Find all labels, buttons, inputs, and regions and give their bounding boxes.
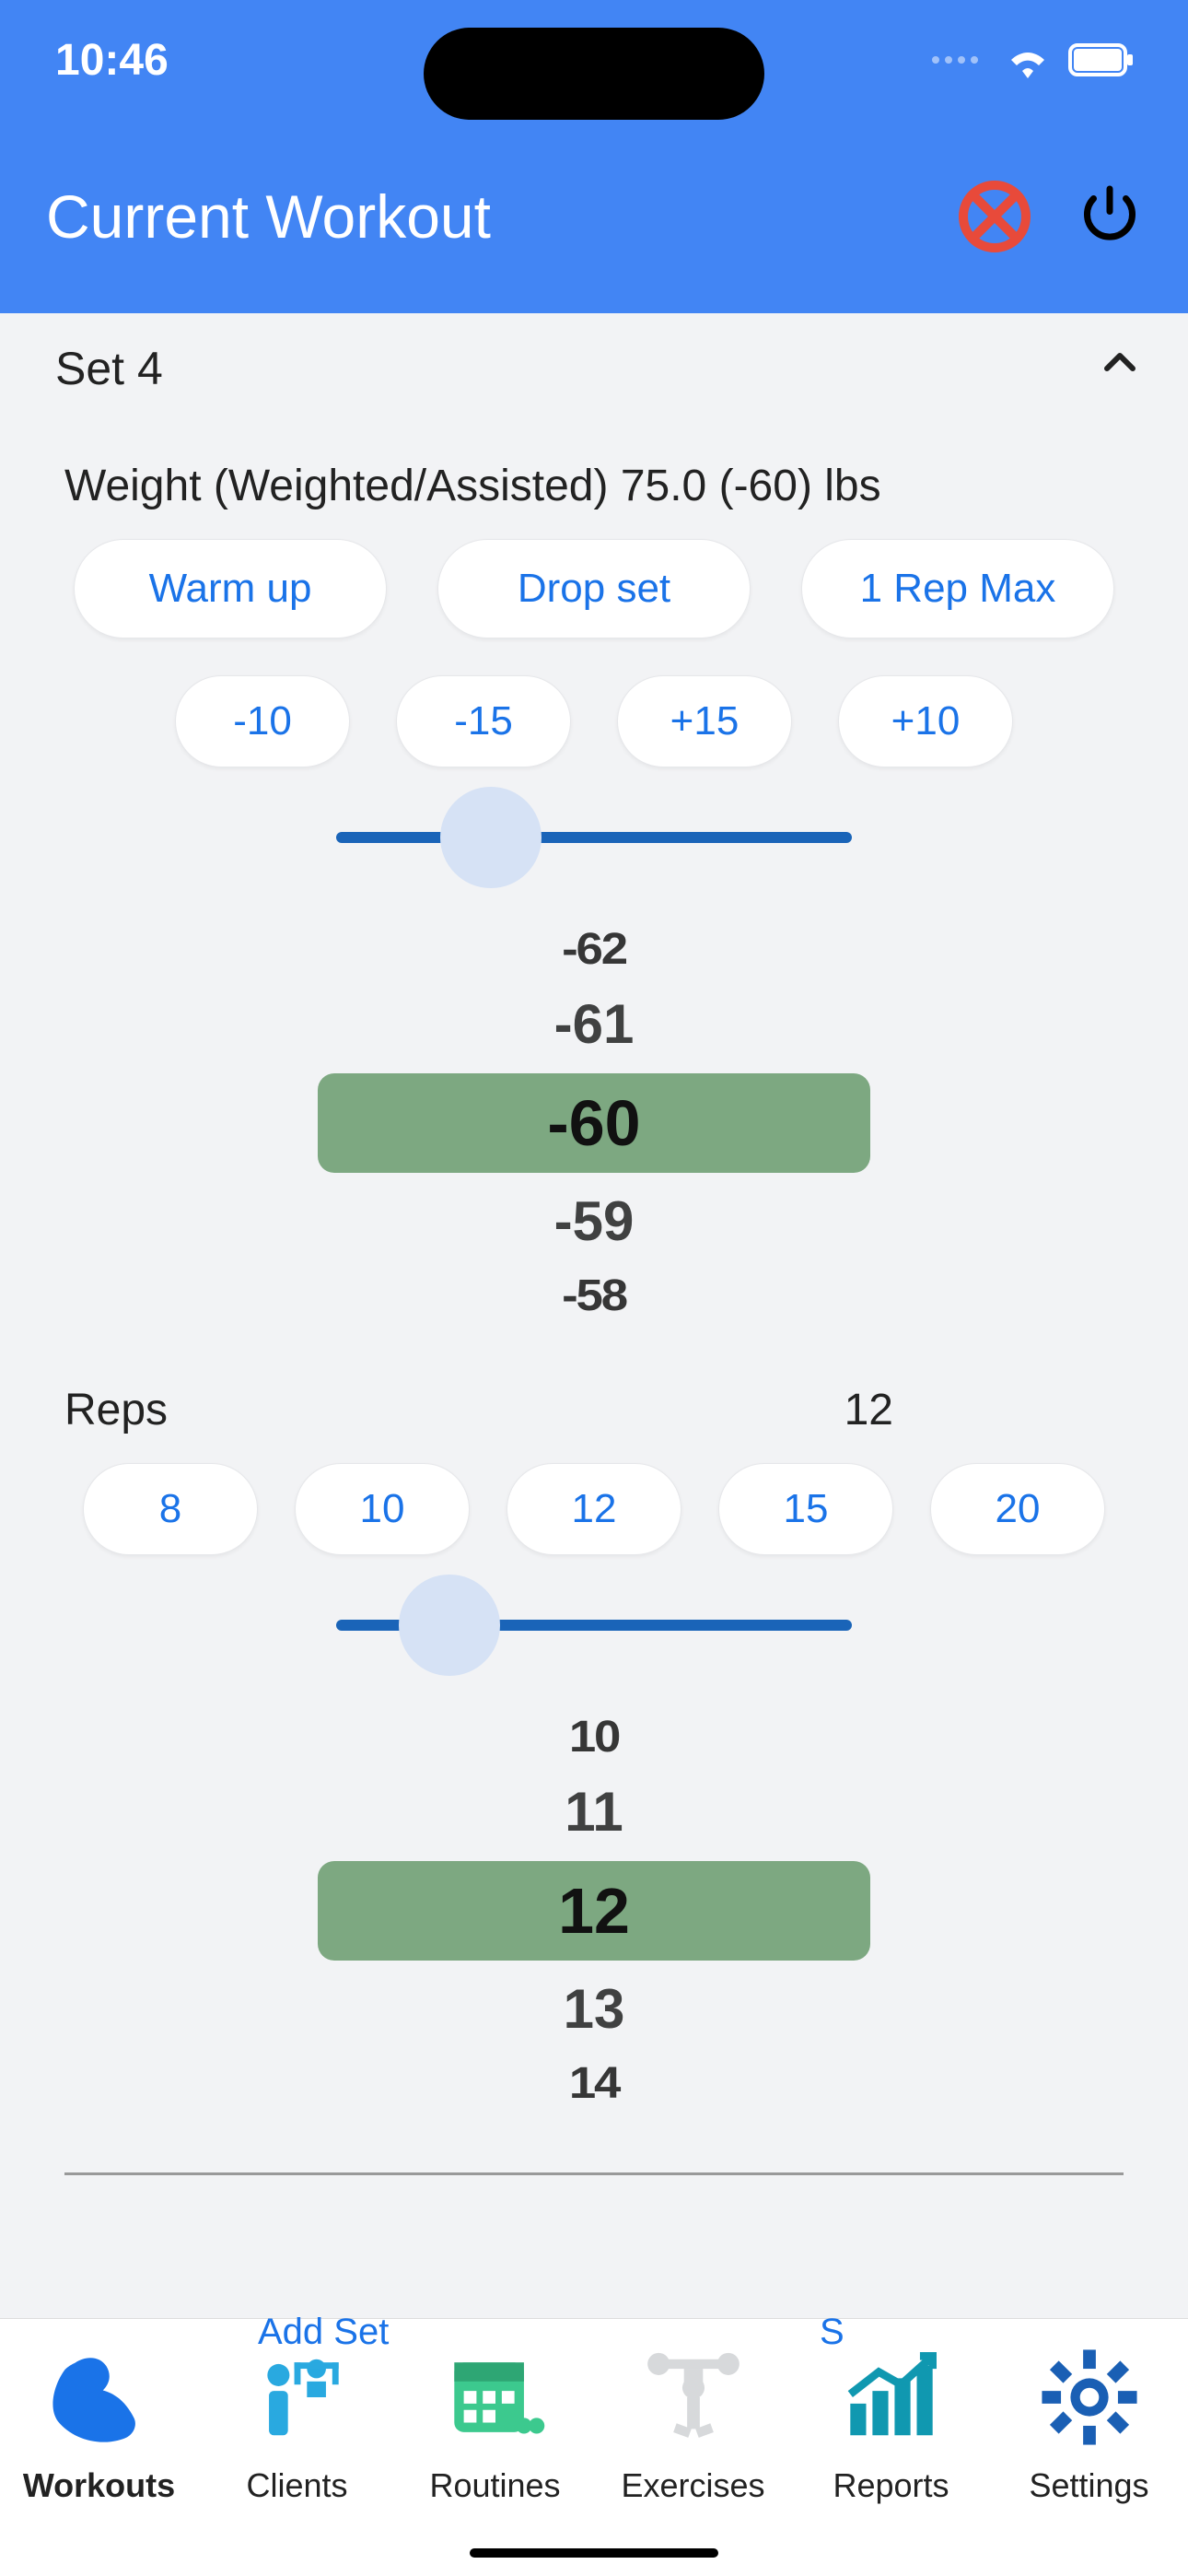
weight-adjust-pills: -10 -15 +15 +10 [64, 675, 1124, 767]
weight-picker-opt[interactable]: -62 [12, 917, 1177, 983]
weight-picker-selected[interactable]: -60 [318, 1073, 870, 1173]
status-icons [932, 41, 1133, 78]
nav-label: Exercises [621, 2466, 764, 2505]
chevron-up-icon [1098, 341, 1142, 396]
battery-icon [1068, 43, 1133, 76]
weight-label: Weight (Weighted/Assisted) 75.0 (-60) lb… [64, 424, 1124, 539]
reps-picker-opt[interactable]: 14 [12, 2051, 1177, 2117]
drop-set-button[interactable]: Drop set [437, 539, 751, 638]
set-label: Set 4 [55, 342, 163, 395]
reps-10-button[interactable]: 10 [295, 1463, 470, 1555]
bicep-icon [40, 2337, 159, 2457]
nav-settings[interactable]: Settings [997, 2337, 1182, 2505]
app-header: Current Workout [0, 120, 1188, 313]
weight-slider-thumb[interactable] [440, 787, 542, 888]
home-indicator[interactable] [470, 2548, 718, 2558]
reps-picker[interactable]: 10 11 12 13 14 [64, 1704, 1124, 2117]
reps-label: Reps [64, 1385, 168, 1435]
reps-quick-pills: 8 10 12 15 20 [64, 1463, 1124, 1555]
exercise-icon [634, 2337, 753, 2457]
weight-picker-opt[interactable]: -59 [64, 1180, 1124, 1263]
status-time: 10:46 [55, 35, 169, 86]
weight-picker[interactable]: -62 -61 -60 -59 -58 [64, 917, 1124, 1329]
reps-slider-thumb[interactable] [399, 1575, 500, 1676]
page-title: Current Workout [46, 181, 491, 252]
bottom-nav: Add Set S Workouts Clients Routines Exer… [0, 2318, 1188, 2576]
reps-picker-opt[interactable]: 10 [12, 1704, 1177, 1771]
clients-icon [238, 2337, 357, 2457]
nav-routines[interactable]: Routines [403, 2337, 588, 2505]
cancel-workout-icon[interactable] [958, 180, 1031, 253]
nav-exercises[interactable]: Exercises [601, 2337, 786, 2505]
nav-label: Routines [429, 2466, 560, 2505]
one-rep-max-button[interactable]: 1 Rep Max [801, 539, 1114, 638]
weight-picker-opt[interactable]: -58 [12, 1263, 1177, 1329]
nav-reports[interactable]: Reports [799, 2337, 984, 2505]
reps-20-button[interactable]: 20 [930, 1463, 1105, 1555]
reps-picker-selected[interactable]: 12 [318, 1861, 870, 1961]
wifi-icon [1006, 41, 1050, 78]
minus-10-button[interactable]: -10 [175, 675, 350, 767]
weight-picker-opt[interactable]: -61 [64, 983, 1124, 1066]
status-bar: 10:46 [0, 0, 1188, 120]
nav-label: Workouts [23, 2466, 175, 2505]
nav-label: Reports [833, 2466, 949, 2505]
gear-icon [1030, 2337, 1149, 2457]
header-actions [958, 180, 1142, 253]
nav-workouts[interactable]: Workouts [7, 2337, 192, 2505]
partial-text-right: S [820, 2312, 844, 2353]
reps-8-button[interactable]: 8 [83, 1463, 258, 1555]
plus-10-button[interactable]: +10 [838, 675, 1013, 767]
nav-label: Settings [1029, 2466, 1148, 2505]
reps-slider[interactable] [336, 1620, 852, 1631]
nav-label: Clients [246, 2466, 347, 2505]
weight-type-pills: Warm up Drop set 1 Rep Max [64, 539, 1124, 638]
warm-up-button[interactable]: Warm up [74, 539, 387, 638]
nav-clients[interactable]: Clients [205, 2337, 390, 2505]
weight-slider[interactable] [336, 832, 852, 843]
power-icon[interactable] [1077, 182, 1142, 252]
content-area: Weight (Weighted/Assisted) 75.0 (-60) lb… [0, 424, 1188, 2175]
set-header-row[interactable]: Set 4 [0, 313, 1188, 424]
notch [424, 28, 764, 120]
reps-15-button[interactable]: 15 [718, 1463, 893, 1555]
reps-picker-opt[interactable]: 13 [64, 1968, 1124, 2051]
minus-15-button[interactable]: -15 [396, 675, 571, 767]
weight-slider-wrap [64, 767, 1124, 880]
reps-header: Reps 12 [64, 1329, 1124, 1463]
reps-12-button[interactable]: 12 [507, 1463, 681, 1555]
partial-add-set: Add Set [258, 2312, 389, 2353]
reps-value: 12 [844, 1385, 893, 1435]
plus-15-button[interactable]: +15 [617, 675, 792, 767]
reps-picker-opt[interactable]: 11 [64, 1771, 1124, 1854]
reps-slider-wrap [64, 1555, 1124, 1668]
divider [64, 2172, 1124, 2175]
chart-icon [832, 2337, 951, 2457]
calendar-icon [436, 2337, 555, 2457]
signal-dots-icon [932, 56, 978, 64]
